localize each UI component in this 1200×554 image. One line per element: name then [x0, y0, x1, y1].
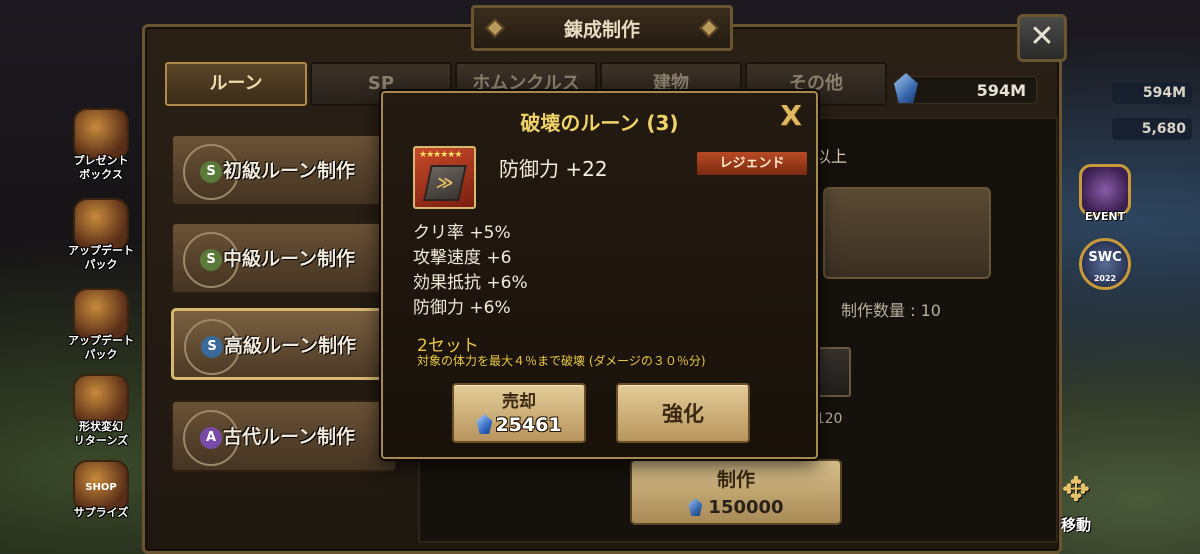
sell-button[interactable]: 売却 25461: [452, 383, 586, 443]
grade-badge: レジェンド: [697, 152, 807, 175]
sub-stat: 効果抵抗 +6%: [413, 273, 528, 293]
rune-title: 破壊のルーン (3): [520, 111, 679, 135]
sub-stats: クリ率 +5% 攻撃速度 +6 効果抵抗 +6% 防御力 +6%: [413, 221, 528, 321]
rune-detail-modal: 破壊のルーン (3) X ★★★★★★ ≫ 防御力 +22 レジェンド クリ率 …: [381, 91, 818, 459]
sell-price: 25461: [454, 413, 584, 437]
move-arrows-icon: ✥: [1061, 470, 1091, 510]
move-label: 移動: [1060, 516, 1091, 534]
main-stat: 防御力 +22: [499, 157, 608, 181]
sell-label: 売却: [502, 392, 536, 412]
close-icon[interactable]: X: [776, 101, 806, 131]
move-button[interactable]: ✥ 移動: [1046, 466, 1106, 536]
crystal-icon: [476, 414, 493, 434]
sub-stat: 攻撃速度 +6: [413, 248, 512, 268]
set-bonus-description: 対象の体力を最大４％まで破壊 (ダメージの３０％分): [417, 354, 706, 368]
power-up-label: 強化: [662, 402, 704, 426]
star-rating: ★★★★★★: [419, 150, 462, 160]
sub-stat: 防御力 +6%: [413, 298, 511, 318]
sub-stat: クリ率 +5%: [413, 223, 511, 243]
power-up-button[interactable]: 強化: [616, 383, 750, 443]
destroy-rune-icon: ≫: [423, 165, 467, 201]
rune-icon: ★★★★★★ ≫: [413, 146, 476, 209]
